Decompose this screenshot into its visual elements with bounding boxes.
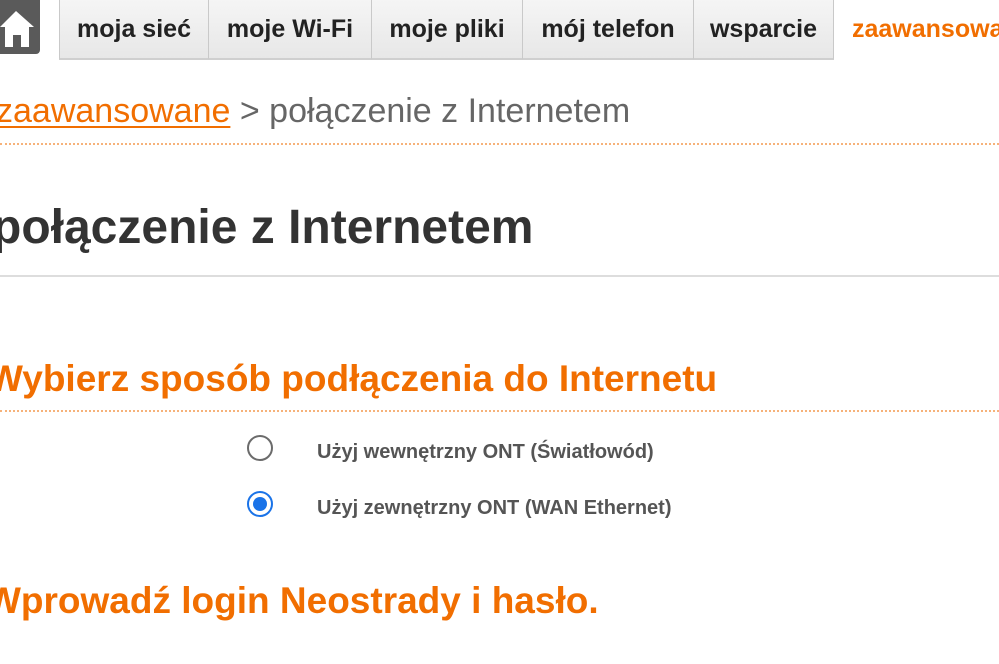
page-title: połączenie z Internetem [0, 201, 534, 254]
top-navigation: moja sieć moje Wi-Fi moje pliki mój tele… [0, 0, 999, 61]
radio-internal-ont[interactable] [247, 435, 273, 461]
home-icon [0, 11, 34, 47]
title-divider [0, 275, 999, 277]
tab-moje-pliki[interactable]: moje pliki [372, 0, 523, 60]
breadcrumb-separator: > [239, 92, 260, 130]
section-divider [0, 410, 999, 412]
option-internal-ont-label: Użyj wewnętrzny ONT (Światłowód) [317, 441, 654, 463]
breadcrumb-current: połączenie z Internetem [269, 92, 631, 130]
breadcrumb-divider [0, 143, 999, 145]
tab-zaawansowane[interactable]: zaawansowane [834, 0, 999, 60]
login-heading: Wprowadź login Neostrady i hasło. [0, 580, 599, 621]
tab-moj-telefon[interactable]: mój telefon [523, 0, 694, 60]
radio-external-ont[interactable] [247, 491, 273, 517]
breadcrumb: zaawansowane > połączenie z Internetem [0, 92, 630, 131]
option-external-ont-label: Użyj zewnętrzny ONT (WAN Ethernet) [317, 497, 672, 519]
tab-moja-siec[interactable]: moja sieć [59, 0, 209, 60]
connection-method-heading: Wybierz sposób podłączenia do Internetu [0, 358, 718, 399]
breadcrumb-link-zaawansowane[interactable]: zaawansowane [0, 92, 230, 130]
tab-moje-wifi[interactable]: moje Wi-Fi [209, 0, 372, 60]
router-admin-page: moja sieć moje Wi-Fi moje pliki mój tele… [0, 0, 999, 664]
tab-wsparcie[interactable]: wsparcie [694, 0, 834, 60]
home-button[interactable] [0, 0, 40, 54]
